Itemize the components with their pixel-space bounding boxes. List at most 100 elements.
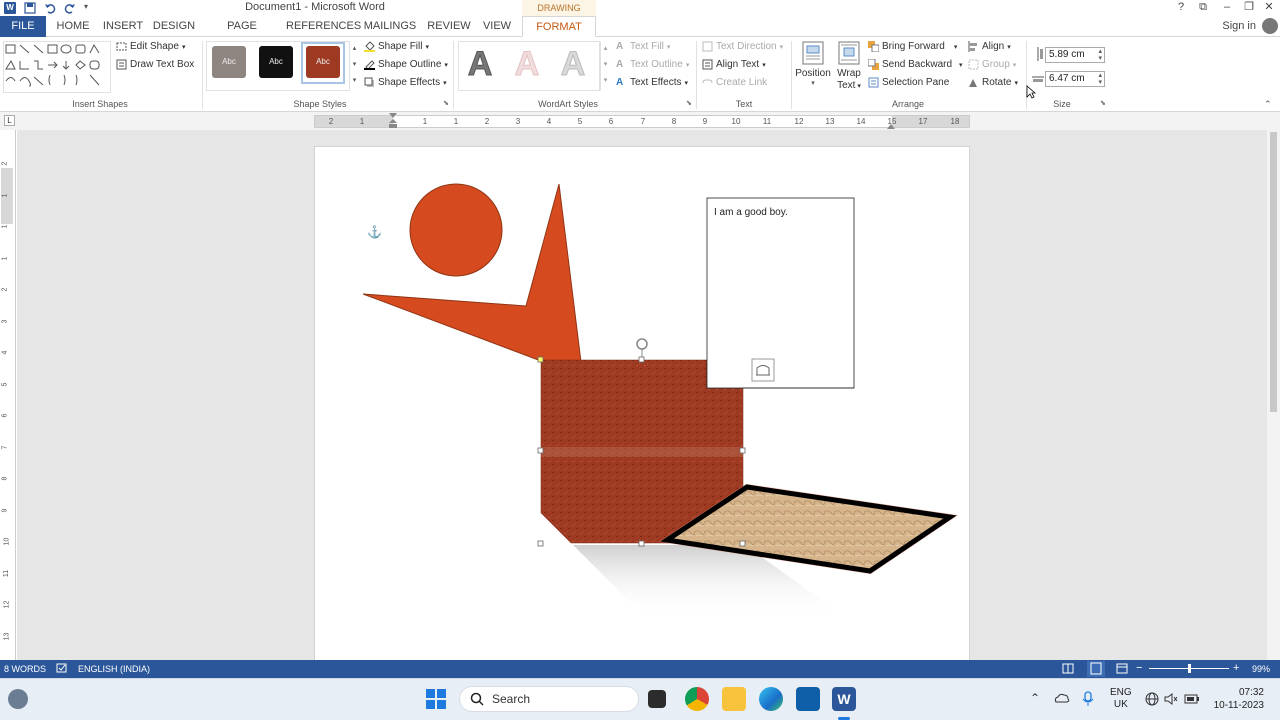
tab-references[interactable]: REFERENCES: [286, 16, 361, 37]
language-indicator[interactable]: ENGLISH (INDIA): [78, 664, 150, 674]
sign-in-link[interactable]: Sign in: [1222, 16, 1256, 36]
shape-fill-button[interactable]: Shape Fill ▾: [364, 41, 429, 52]
shape-style-black[interactable]: Abc: [259, 46, 293, 78]
shape-gallery[interactable]: [3, 41, 111, 93]
position-button[interactable]: Position ▾: [795, 41, 831, 87]
indent-marker-icon[interactable]: [389, 113, 397, 129]
mouse-cursor-icon: [1026, 85, 1037, 102]
send-backward-button[interactable]: Send Backward ▾: [867, 58, 963, 70]
zoom-in-button[interactable]: +: [1233, 662, 1239, 674]
widgets-icon[interactable]: [8, 689, 28, 709]
collapse-ribbon-icon[interactable]: ⌃: [1264, 99, 1272, 110]
microphone-icon[interactable]: [1082, 691, 1094, 710]
shape-outline-button[interactable]: Shape Outline ▾: [364, 59, 448, 70]
bring-forward-button[interactable]: Bring Forward ▾: [868, 41, 957, 53]
input-language-indicator[interactable]: ENG UK: [1110, 687, 1132, 711]
taskbar-search-box[interactable]: Search: [459, 686, 639, 712]
zoom-level[interactable]: 99%: [1252, 664, 1270, 674]
network-icon[interactable]: [1145, 692, 1159, 709]
shape-style-rust[interactable]: Abc: [306, 46, 340, 78]
wordart-style-silver[interactable]: A: [553, 43, 593, 85]
group-divider: [453, 41, 454, 109]
text-box-frame[interactable]: [706, 197, 855, 389]
ruler-tick-label: 2: [328, 117, 334, 126]
align-button[interactable]: Align ▾: [968, 41, 1011, 52]
file-explorer-icon[interactable]: [722, 687, 746, 711]
spinner-arrows-icon[interactable]: ▴ ▾: [1098, 48, 1102, 62]
wordart-style-gray[interactable]: A: [460, 43, 500, 85]
clock[interactable]: 07:32 10-11-2023: [1212, 686, 1264, 712]
text-direction-button[interactable]: Text Direction ▾: [702, 41, 783, 52]
tab-page-layout[interactable]: PAGE LAYOUT: [206, 16, 278, 52]
text-fill-button[interactable]: A Text Fill ▾: [616, 41, 670, 52]
edit-shape-button[interactable]: Edit Shape ▾: [116, 41, 185, 52]
group-button[interactable]: Group ▾: [968, 59, 1016, 70]
task-view-icon[interactable]: [648, 690, 666, 708]
create-link-button[interactable]: Create Link: [702, 77, 767, 88]
start-button-icon[interactable]: [426, 689, 446, 712]
draw-text-box-button[interactable]: Draw Text Box: [116, 59, 194, 70]
layout-options-icon[interactable]: [751, 358, 775, 382]
swatch-label: Abc: [222, 57, 236, 66]
zoom-slider-thumb[interactable]: [1188, 664, 1191, 673]
rotate-button[interactable]: Rotate ▾: [968, 77, 1018, 88]
read-mode-icon[interactable]: [1062, 663, 1074, 676]
store-icon[interactable]: [796, 687, 820, 711]
text-box-content[interactable]: I am a good boy.: [714, 207, 788, 218]
word-count[interactable]: 8 WORDS: [4, 664, 46, 674]
vertical-ruler[interactable]: 2 1 1 1 2 3 4 5 6 7 8 9 10 11 12 13: [0, 130, 16, 660]
orange-circle-shape[interactable]: [409, 183, 503, 277]
tab-view[interactable]: VIEW: [480, 16, 514, 37]
size-launcher-icon[interactable]: ⬊: [1100, 99, 1106, 107]
tab-home[interactable]: HOME: [54, 16, 92, 37]
shape-styles-launcher-icon[interactable]: ⬊: [443, 99, 449, 107]
shape-width-field[interactable]: 6.47 cm ▴ ▾: [1045, 71, 1105, 87]
scrollbar-thumb[interactable]: [1270, 132, 1277, 412]
wordart-scroll[interactable]: ▴ ▾ ▾: [600, 41, 610, 91]
vertical-ruler-tick-label: 13: [3, 632, 11, 640]
rotate-handle-icon[interactable]: [636, 338, 648, 357]
chrome-icon[interactable]: [685, 687, 709, 711]
zoom-out-button[interactable]: −: [1136, 662, 1142, 674]
print-layout-icon[interactable]: [1087, 661, 1105, 677]
wrap-text-button[interactable]: Wrap Text ▾: [834, 41, 864, 93]
avatar[interactable]: [1262, 18, 1278, 34]
spinner-arrows-icon[interactable]: ▴ ▾: [1098, 72, 1102, 86]
selection-pane-button[interactable]: Selection Pane: [868, 77, 949, 88]
document-page[interactable]: ⚓ I am a good boy.: [314, 146, 970, 660]
onedrive-icon[interactable]: [1054, 692, 1070, 707]
shapes-grid-icon[interactable]: [4, 42, 110, 92]
align-text-button[interactable]: Align Text ▾: [702, 59, 766, 70]
tab-review[interactable]: REVIEW: [426, 16, 472, 37]
ruler-tick-label: 2: [484, 117, 490, 126]
position-label: Position: [795, 68, 831, 79]
edge-icon[interactable]: [759, 687, 783, 711]
horizontal-ruler[interactable]: 2 1 1 1 2 3 4 5 6 7 8 9 10 11 12 13 14 15 17 18: [314, 113, 970, 129]
tab-file[interactable]: FILE: [0, 16, 46, 37]
align-text-label: Align Text: [716, 59, 760, 70]
shape-style-gray[interactable]: Abc: [212, 46, 246, 78]
wordart-style-light[interactable]: A: [507, 43, 547, 85]
battery-icon[interactable]: [1184, 693, 1200, 708]
proofing-icon[interactable]: [56, 663, 68, 676]
insert-shapes-group-label: Insert Shapes: [72, 99, 128, 109]
show-hidden-icons[interactable]: ⌃: [1030, 691, 1040, 705]
text-effects-button[interactable]: A Text Effects ▾: [616, 77, 688, 88]
shape-height-field[interactable]: 5.89 cm ▴ ▾: [1045, 47, 1105, 63]
document-canvas[interactable]: ⚓ I am a good boy.: [17, 130, 1267, 660]
close-button[interactable]: ✕: [1256, 0, 1280, 16]
tab-format[interactable]: FORMAT: [522, 16, 596, 37]
text-outline-button[interactable]: A Text Outline ▾: [616, 59, 689, 70]
volume-muted-icon[interactable]: [1164, 692, 1178, 709]
wordart-styles-launcher-icon[interactable]: ⬊: [686, 99, 692, 107]
shape-styles-scroll[interactable]: ▴ ▾ ▾: [349, 41, 359, 91]
vertical-scrollbar[interactable]: [1267, 130, 1280, 660]
tab-design[interactable]: DESIGN: [152, 16, 196, 37]
tab-mailings[interactable]: MAILINGS: [362, 16, 418, 37]
tab-selector-icon[interactable]: L: [4, 115, 15, 126]
tab-insert[interactable]: INSERT: [102, 16, 144, 37]
web-layout-icon[interactable]: [1116, 663, 1128, 676]
ribbon-display-options-button[interactable]: ⧉: [1190, 0, 1216, 16]
shape-effects-button[interactable]: Shape Effects ▾: [364, 77, 447, 88]
word-taskbar-icon[interactable]: W: [832, 687, 856, 711]
